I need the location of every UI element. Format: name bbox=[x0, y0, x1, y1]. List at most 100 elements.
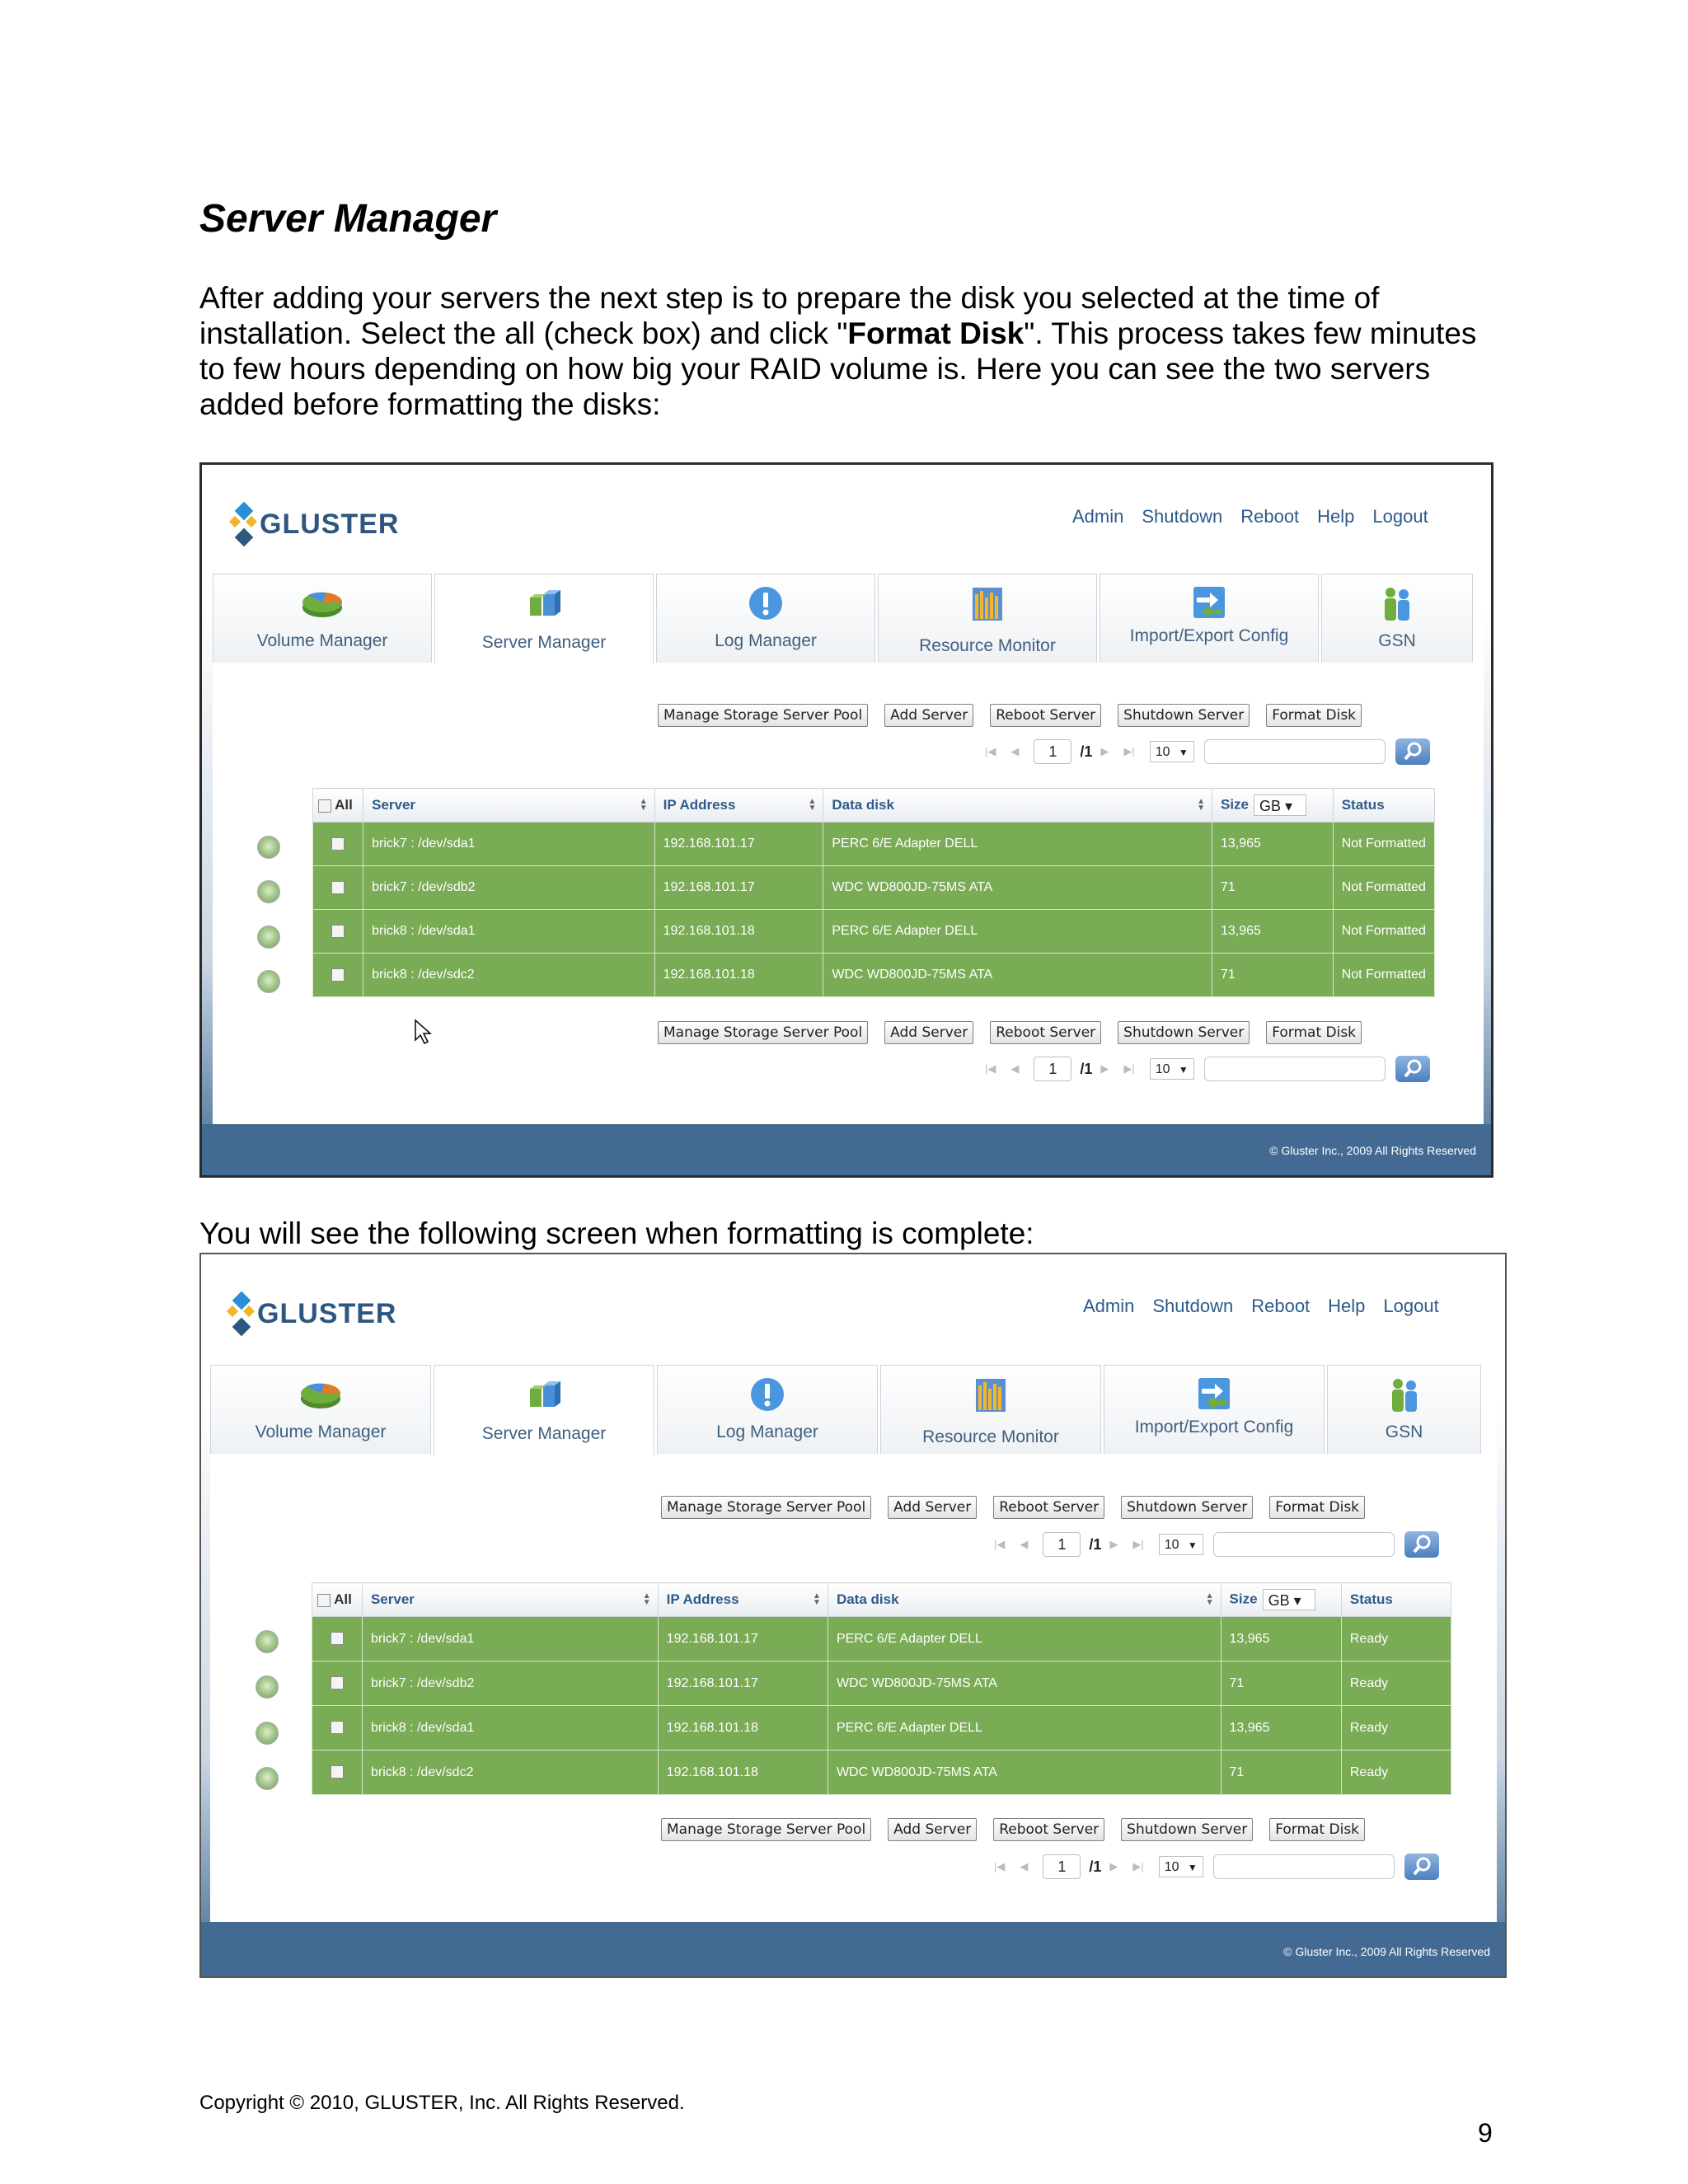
last-page-icon[interactable]: ▶| bbox=[1132, 1860, 1143, 1873]
manage-storage-server-pool-button[interactable]: Manage Storage Server Pool bbox=[661, 1496, 872, 1519]
search-input[interactable] bbox=[1203, 1057, 1386, 1081]
shutdown-server-button[interactable]: Shutdown Server bbox=[1118, 704, 1250, 727]
tab-volume-manager[interactable]: Volume Manager bbox=[213, 574, 432, 663]
search-button[interactable] bbox=[1395, 1056, 1430, 1082]
tab-import-export-config[interactable]: Import/Export Config bbox=[1100, 574, 1319, 663]
topnav-reboot[interactable]: Reboot bbox=[1240, 506, 1299, 527]
reboot-server-button[interactable]: Reboot Server bbox=[990, 1021, 1102, 1044]
first-page-icon[interactable]: |◀ bbox=[985, 1062, 996, 1076]
topnav-logout[interactable]: Logout bbox=[1383, 1296, 1438, 1317]
shutdown-server-button[interactable]: Shutdown Server bbox=[1118, 1021, 1250, 1044]
ip-header[interactable]: IP Address ▲ ▼ bbox=[654, 788, 824, 823]
row-checkbox[interactable] bbox=[330, 1765, 344, 1779]
size-unit-select[interactable]: GB ▾ bbox=[1254, 794, 1307, 816]
reboot-server-button[interactable]: Reboot Server bbox=[993, 1496, 1105, 1519]
table-row[interactable]: brick8 : /dev/sdc2 192.168.101.18 WDC WD… bbox=[312, 953, 1436, 997]
prev-page-icon[interactable]: ◀ bbox=[1020, 1860, 1028, 1873]
search-button[interactable] bbox=[1404, 1854, 1439, 1880]
tab-gsn[interactable]: GSN bbox=[1321, 574, 1473, 663]
next-page-icon[interactable]: ▶ bbox=[1109, 1538, 1118, 1551]
row-checkbox[interactable] bbox=[330, 1676, 344, 1690]
tab-resource-monitor[interactable]: Resource Monitor bbox=[878, 574, 1097, 663]
next-page-icon[interactable]: ▶ bbox=[1100, 745, 1109, 758]
first-page-icon[interactable]: |◀ bbox=[985, 745, 996, 758]
manage-storage-server-pool-button[interactable]: Manage Storage Server Pool bbox=[658, 1021, 869, 1044]
manage-storage-server-pool-button[interactable]: Manage Storage Server Pool bbox=[658, 704, 869, 727]
tab-volume-manager[interactable]: Volume Manager bbox=[210, 1365, 431, 1454]
next-page-icon[interactable]: ▶ bbox=[1109, 1860, 1118, 1873]
search-button[interactable] bbox=[1404, 1531, 1439, 1558]
tab-log-manager[interactable]: Log Manager bbox=[657, 1365, 878, 1454]
tab-server-manager[interactable]: Server Manager bbox=[434, 574, 654, 664]
select-all-checkbox[interactable] bbox=[318, 799, 331, 813]
shutdown-server-button[interactable]: Shutdown Server bbox=[1121, 1496, 1254, 1519]
first-page-icon[interactable]: |◀ bbox=[994, 1860, 1005, 1873]
add-server-button[interactable]: Add Server bbox=[888, 1818, 978, 1841]
tab-server-manager[interactable]: Server Manager bbox=[434, 1365, 654, 1455]
disk-header[interactable]: Data disk ▲ ▼ bbox=[823, 788, 1212, 823]
topnav-logout[interactable]: Logout bbox=[1372, 506, 1428, 527]
format-disk-button[interactable]: Format Disk bbox=[1269, 1818, 1366, 1841]
table-row[interactable]: brick8 : /dev/sda1 192.168.101.18 PERC 6… bbox=[312, 909, 1436, 954]
select-all-checkbox[interactable] bbox=[317, 1593, 331, 1607]
last-page-icon[interactable]: ▶| bbox=[1123, 1062, 1134, 1076]
table-row[interactable]: brick7 : /dev/sda1 192.168.101.17 PERC 6… bbox=[312, 822, 1436, 866]
table-row[interactable]: brick7 : /dev/sda1 192.168.101.17 PERC 6… bbox=[312, 1616, 1452, 1661]
topnav-shutdown[interactable]: Shutdown bbox=[1152, 1296, 1233, 1317]
row-checkbox[interactable] bbox=[331, 968, 345, 982]
tab-import-export-config[interactable]: Import/Export Config bbox=[1104, 1365, 1325, 1454]
search-button[interactable] bbox=[1395, 738, 1430, 765]
page-number-input[interactable]: 1 bbox=[1043, 1532, 1081, 1557]
prev-page-icon[interactable]: ◀ bbox=[1010, 745, 1019, 758]
topnav-shutdown[interactable]: Shutdown bbox=[1142, 506, 1222, 527]
search-input[interactable] bbox=[1203, 739, 1386, 764]
row-checkbox[interactable] bbox=[330, 1721, 344, 1735]
server-header[interactable]: Server ▲ ▼ bbox=[361, 1582, 659, 1617]
page-size-select[interactable]: 10 ▼ bbox=[1149, 741, 1194, 762]
topnav-admin[interactable]: Admin bbox=[1083, 1296, 1134, 1317]
row-checkbox[interactable] bbox=[331, 880, 345, 894]
topnav-help[interactable]: Help bbox=[1328, 1296, 1365, 1317]
tab-gsn[interactable]: GSN bbox=[1327, 1365, 1481, 1454]
reboot-server-button[interactable]: Reboot Server bbox=[990, 704, 1102, 727]
add-server-button[interactable]: Add Server bbox=[884, 704, 974, 727]
prev-page-icon[interactable]: ◀ bbox=[1020, 1538, 1028, 1551]
reboot-server-button[interactable]: Reboot Server bbox=[993, 1818, 1105, 1841]
tab-resource-monitor[interactable]: Resource Monitor bbox=[880, 1365, 1101, 1454]
page-size-select[interactable]: 10 ▼ bbox=[1158, 1534, 1203, 1555]
last-page-icon[interactable]: ▶| bbox=[1123, 745, 1134, 758]
topnav-admin[interactable]: Admin bbox=[1072, 506, 1123, 527]
server-header[interactable]: Server ▲ ▼ bbox=[363, 788, 655, 823]
add-server-button[interactable]: Add Server bbox=[884, 1021, 974, 1044]
row-checkbox[interactable] bbox=[331, 924, 345, 938]
page-size-select[interactable]: 10 ▼ bbox=[1149, 1058, 1194, 1080]
format-disk-button[interactable]: Format Disk bbox=[1269, 1496, 1366, 1519]
topnav-reboot[interactable]: Reboot bbox=[1251, 1296, 1310, 1317]
ip-header[interactable]: IP Address ▲ ▼ bbox=[657, 1582, 828, 1617]
shutdown-server-button[interactable]: Shutdown Server bbox=[1121, 1818, 1254, 1841]
tab-log-manager[interactable]: Log Manager bbox=[656, 574, 875, 663]
row-checkbox[interactable] bbox=[331, 837, 345, 851]
next-page-icon[interactable]: ▶ bbox=[1100, 1062, 1109, 1076]
first-page-icon[interactable]: |◀ bbox=[994, 1538, 1005, 1551]
table-row[interactable]: brick7 : /dev/sdb2 192.168.101.17 WDC WD… bbox=[312, 865, 1436, 910]
topnav-help[interactable]: Help bbox=[1317, 506, 1354, 527]
format-disk-button[interactable]: Format Disk bbox=[1266, 704, 1362, 727]
page-number-input[interactable]: 1 bbox=[1034, 739, 1072, 764]
table-row[interactable]: brick7 : /dev/sdb2 192.168.101.17 WDC WD… bbox=[312, 1661, 1452, 1706]
add-server-button[interactable]: Add Server bbox=[888, 1496, 978, 1519]
search-input[interactable] bbox=[1212, 1854, 1395, 1879]
page-size-select[interactable]: 10 ▼ bbox=[1158, 1856, 1203, 1877]
last-page-icon[interactable]: ▶| bbox=[1132, 1538, 1143, 1551]
prev-page-icon[interactable]: ◀ bbox=[1010, 1062, 1019, 1076]
format-disk-button[interactable]: Format Disk bbox=[1266, 1021, 1362, 1044]
search-input[interactable] bbox=[1212, 1532, 1395, 1557]
size-unit-select[interactable]: GB ▾ bbox=[1262, 1589, 1315, 1610]
table-row[interactable]: brick8 : /dev/sdc2 192.168.101.18 WDC WD… bbox=[312, 1750, 1452, 1795]
manage-storage-server-pool-button[interactable]: Manage Storage Server Pool bbox=[661, 1818, 872, 1841]
page-number-input[interactable]: 1 bbox=[1034, 1057, 1072, 1081]
table-row[interactable]: brick8 : /dev/sda1 192.168.101.18 PERC 6… bbox=[312, 1705, 1452, 1750]
disk-header[interactable]: Data disk ▲ ▼ bbox=[827, 1582, 1221, 1617]
row-checkbox[interactable] bbox=[330, 1632, 344, 1646]
page-number-input[interactable]: 1 bbox=[1043, 1854, 1081, 1879]
